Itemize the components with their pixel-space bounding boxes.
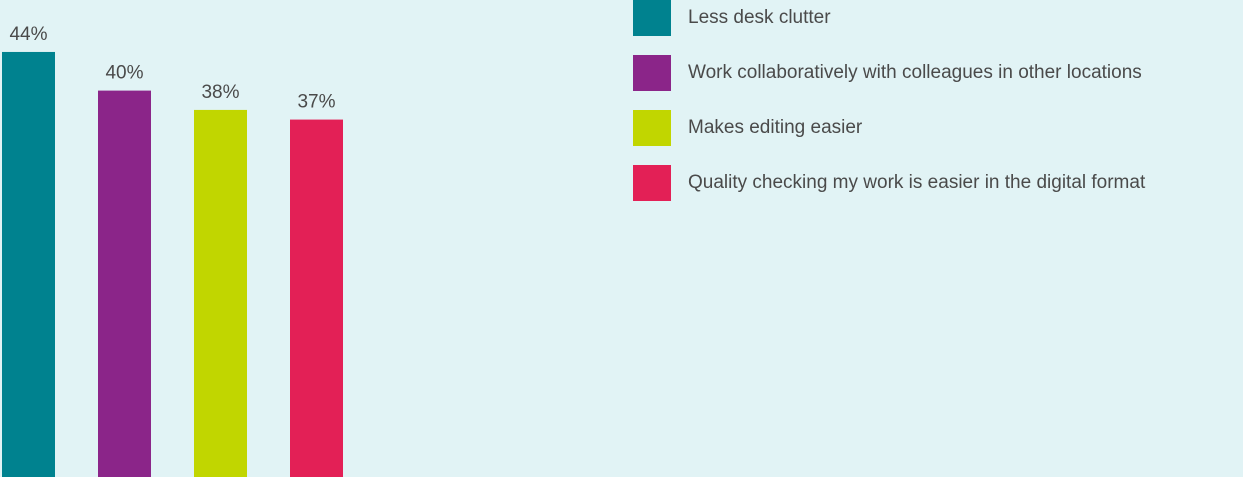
bar-3 bbox=[194, 109, 247, 477]
bar-2 bbox=[98, 90, 151, 477]
legend-swatch bbox=[633, 110, 671, 146]
legend-label: Work collaboratively with colleagues in … bbox=[688, 62, 1142, 83]
bar-value-label-1: 44% bbox=[9, 24, 47, 45]
value-labels-group: 44% 40% 38% 37% bbox=[9, 24, 335, 113]
legend-label: Quality checking my work is easier in th… bbox=[688, 172, 1146, 193]
bar-value-label-4: 37% bbox=[297, 92, 335, 113]
bar-value-label-2: 40% bbox=[105, 63, 143, 84]
legend-swatch bbox=[633, 55, 671, 91]
legend-swatch bbox=[633, 165, 671, 201]
legend-label: Less desk clutter bbox=[688, 7, 831, 28]
bar-1 bbox=[2, 51, 55, 477]
legend-swatch bbox=[633, 0, 671, 36]
bar-value-label-3: 38% bbox=[201, 82, 239, 103]
bars-group bbox=[2, 51, 343, 477]
bar-4 bbox=[290, 119, 343, 477]
legend-label: Makes editing easier bbox=[688, 117, 863, 138]
